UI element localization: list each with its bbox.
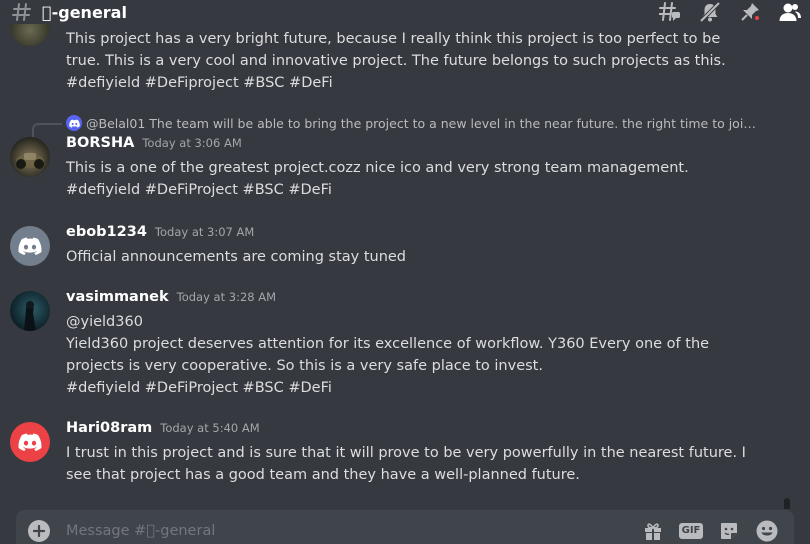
message-content: This is a one of the greatest project.co… [66, 157, 746, 201]
message-content: This project has a very bright future, b… [66, 31, 726, 91]
header-toolbar [642, 0, 802, 24]
timestamp: Today at 3:28 AM [176, 290, 277, 304]
member-list-icon[interactable] [778, 0, 802, 24]
message-content: I trust in this project and is sure that… [66, 442, 746, 486]
message-item: Hari08ram Today at 5:40 AM I trust in th… [0, 420, 796, 486]
timestamp: Today at 3:06 AM [142, 136, 242, 150]
avatar[interactable] [10, 291, 50, 331]
emoji-icon[interactable] [754, 518, 780, 544]
avatar[interactable] [10, 422, 50, 462]
author-name[interactable]: BORSHA [66, 135, 134, 151]
message-composer: GIF [16, 510, 794, 544]
author-name[interactable]: ebob1234 [66, 224, 147, 240]
channel-header:  -general [0, 0, 810, 24]
pinned-badge [753, 14, 761, 22]
message-item: vasimmanek Today at 3:28 AM @yield360 Yi… [0, 289, 796, 399]
threads-icon[interactable] [658, 0, 682, 24]
message-line: I trust in this project and is sure that… [66, 445, 746, 483]
add-attachment-icon[interactable] [28, 520, 50, 542]
message-item: BORSHA Today at 3:06 AM This is a one of… [0, 135, 796, 201]
sticker-icon[interactable] [716, 518, 742, 544]
message-line: This is a one of the greatest project.co… [66, 160, 689, 176]
reply-author[interactable]: @Belal01 [86, 116, 145, 131]
message-content: @yield360 Yield360 project deserves atte… [66, 311, 746, 399]
pinned-messages-icon[interactable] [738, 0, 762, 24]
discord-logo-icon [18, 237, 42, 255]
message-line: Yield360 project deserves attention for … [66, 336, 710, 374]
message-header: Hari08ram Today at 5:40 AM [66, 420, 260, 442]
channel-name:  -general [42, 2, 127, 22]
message-header: vasimmanek Today at 3:28 AM [66, 289, 276, 311]
channel-hash-icon [12, 2, 32, 22]
message-line: Official announcements are coming stay t… [66, 249, 407, 265]
reply-text[interactable]: The team will be able to bring the proje… [149, 116, 756, 131]
gift-icon[interactable] [640, 518, 666, 544]
scrollbar-thumb[interactable] [784, 498, 790, 509]
message-line: #defiyield #DeFiProject #BSC #DeFi [66, 182, 332, 198]
message-list[interactable]: This project has a very bright future, b… [0, 24, 796, 509]
avatar[interactable] [10, 24, 50, 46]
timestamp: Today at 3:07 AM [154, 225, 255, 239]
author-name[interactable]: vasimmanek [66, 289, 169, 305]
author-name[interactable]: Hari08ram [66, 420, 152, 436]
discord-logo-icon [18, 433, 42, 451]
timestamp: Today at 5:40 AM [160, 421, 260, 435]
message-input[interactable] [66, 520, 586, 542]
reply-discord-avatar-icon [66, 115, 82, 131]
message-header: ebob1234 Today at 3:07 AM [66, 224, 254, 246]
gif-icon[interactable]: GIF [678, 518, 704, 544]
gif-label: GIF [678, 523, 704, 539]
mute-notifications-icon[interactable] [698, 0, 722, 24]
composer-toolbar: GIF [628, 518, 780, 544]
avatar[interactable] [10, 226, 50, 266]
message-line: #defiyield #DeFiProject #BSC #DeFi [66, 380, 332, 396]
mention[interactable]: @yield360 [66, 311, 746, 333]
avatar[interactable] [10, 137, 50, 177]
message-content: Official announcements are coming stay t… [66, 246, 746, 268]
message-header: BORSHA Today at 3:06 AM [66, 135, 242, 157]
message-item: ebob1234 Today at 3:07 AM Official annou… [0, 224, 796, 268]
reply-preview[interactable]: @Belal01 The team will be able to bring … [66, 114, 756, 132]
